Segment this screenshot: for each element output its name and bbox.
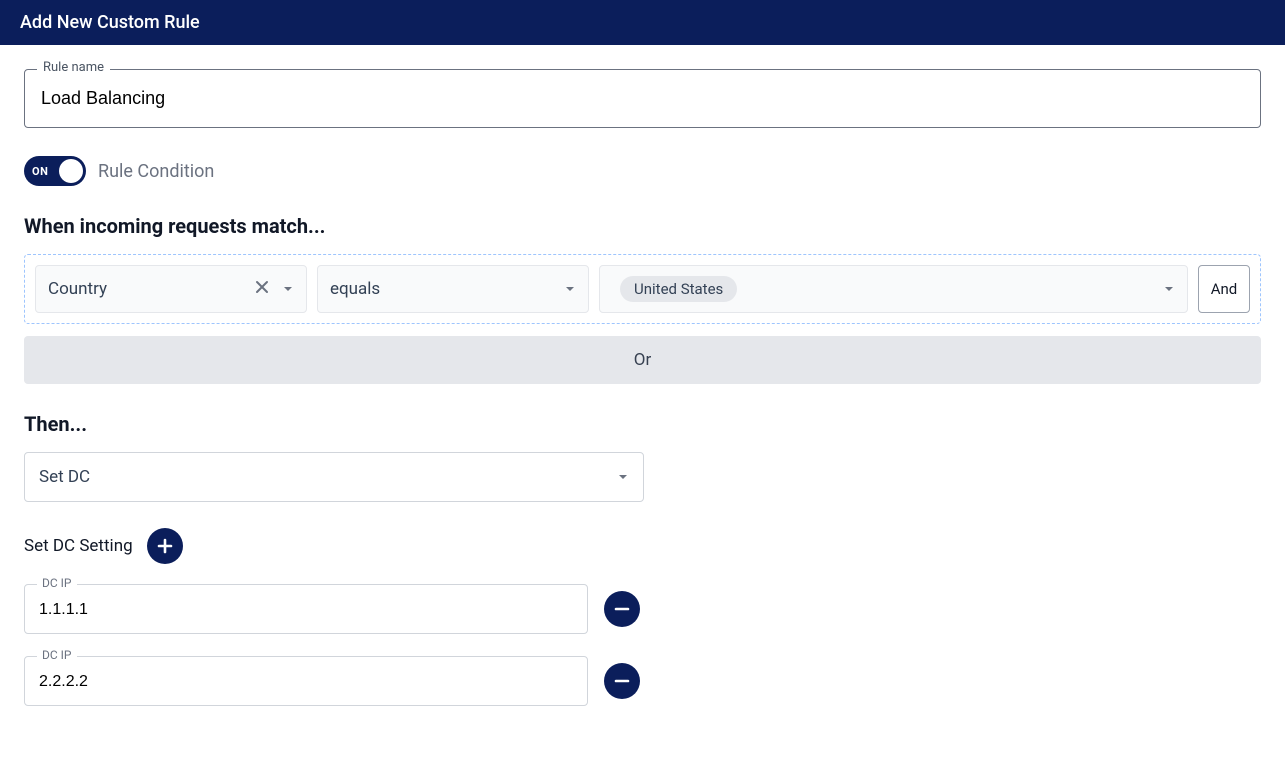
dc-ip-field: DC IP — [24, 656, 588, 706]
rule-name-input[interactable] — [25, 70, 1260, 127]
condition-value-select[interactable]: United States — [599, 265, 1188, 313]
dc-ip-input[interactable] — [25, 657, 587, 705]
page-header: Add New Custom Rule — [0, 0, 1285, 45]
or-label: Or — [634, 350, 651, 370]
rule-name-label: Rule name — [37, 60, 110, 75]
dc-ip-label: DC IP — [37, 648, 77, 662]
and-button[interactable]: And — [1198, 265, 1250, 313]
when-title: When incoming requests match... — [24, 214, 1261, 238]
conditions-container: Country equals United States And — [24, 254, 1261, 324]
minus-icon — [613, 672, 631, 690]
add-dc-button[interactable] — [147, 528, 183, 564]
action-value: Set DC — [39, 467, 90, 487]
chevron-down-icon — [282, 283, 294, 295]
condition-field-select[interactable]: Country — [35, 265, 307, 313]
condition-value-chip: United States — [620, 276, 737, 302]
chevron-down-icon — [564, 283, 576, 295]
toggle-knob — [59, 159, 83, 183]
dc-ip-label: DC IP — [37, 576, 77, 590]
action-select[interactable]: Set DC — [24, 452, 644, 502]
condition-operator-select[interactable]: equals — [317, 265, 589, 313]
condition-operator-value: equals — [330, 279, 380, 299]
dc-ip-field: DC IP — [24, 584, 588, 634]
rule-name-field-wrapper: Rule name — [24, 69, 1261, 128]
dc-ip-input[interactable] — [25, 585, 587, 633]
minus-icon — [613, 600, 631, 618]
then-title: Then... — [24, 412, 1261, 436]
dc-row: DC IP — [24, 656, 1261, 706]
chevron-down-icon — [1163, 283, 1175, 295]
dc-list: DC IP DC IP — [24, 584, 1261, 706]
clear-field-icon[interactable] — [254, 279, 270, 300]
toggle-state-text: ON — [32, 165, 48, 178]
page-title: Add New Custom Rule — [20, 12, 200, 33]
dc-setting-label: Set DC Setting — [24, 536, 133, 556]
rule-condition-toggle[interactable]: ON — [24, 156, 86, 186]
chevron-down-icon — [617, 471, 629, 483]
rule-condition-label: Rule Condition — [98, 161, 214, 182]
dc-row: DC IP — [24, 584, 1261, 634]
condition-field-value: Country — [48, 279, 107, 299]
remove-dc-button[interactable] — [604, 591, 640, 627]
or-button[interactable]: Or — [24, 336, 1261, 384]
remove-dc-button[interactable] — [604, 663, 640, 699]
and-label: And — [1211, 280, 1238, 298]
plus-icon — [156, 537, 174, 555]
